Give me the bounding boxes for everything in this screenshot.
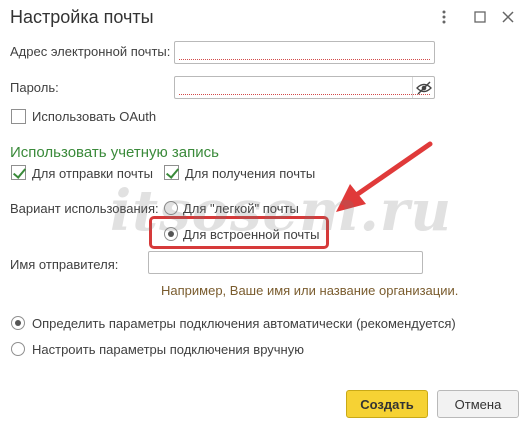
eye-slash-icon [415, 81, 432, 94]
usage-label: Вариант использования: [10, 201, 159, 216]
connection-auto-radio[interactable] [11, 316, 25, 330]
send-mail-checkbox[interactable] [11, 165, 26, 180]
usage-light-label: Для "легкой" почты [183, 201, 299, 216]
create-button[interactable]: Создать [346, 390, 428, 418]
oauth-label: Использовать OAuth [32, 109, 157, 124]
email-field[interactable] [174, 41, 435, 64]
password-field[interactable] [174, 76, 435, 99]
sender-hint: Например, Ваше имя или название организа… [161, 283, 459, 298]
connection-auto-label: Определить параметры подключения автомат… [32, 316, 456, 331]
maximize-icon[interactable] [472, 9, 488, 25]
oauth-checkbox[interactable] [11, 109, 26, 124]
close-icon[interactable] [500, 9, 516, 25]
account-section-title: Использовать учетную запись [10, 144, 219, 161]
cancel-button[interactable]: Отмена [437, 390, 519, 418]
sender-label: Имя отправителя: [10, 257, 119, 272]
receive-mail-checkbox[interactable] [164, 165, 179, 180]
arrow-annotation-icon [336, 141, 433, 212]
password-label: Пароль: [10, 80, 59, 95]
connection-manual-radio[interactable] [11, 342, 25, 356]
email-label: Адрес электронной почты: [10, 44, 171, 59]
receive-mail-label: Для получения почты [185, 166, 316, 181]
window-titlebar: Настройка почты [0, 0, 528, 36]
window-title: Настройка почты [10, 7, 154, 27]
menu-icon[interactable] [436, 9, 452, 25]
connection-manual-label: Настроить параметры подключения вручную [32, 342, 304, 357]
usage-light-radio[interactable] [164, 201, 178, 215]
show-password-button[interactable] [412, 77, 434, 98]
sender-field[interactable] [148, 251, 423, 274]
send-mail-label: Для отправки почты [32, 166, 153, 181]
